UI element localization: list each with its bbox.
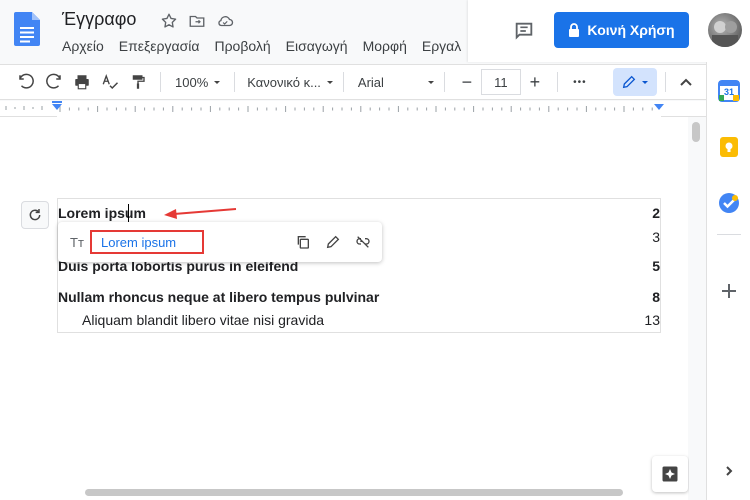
paragraph-style-select[interactable]: Κανονικό κ... [247, 75, 335, 90]
more-options-icon[interactable]: ••• [566, 68, 594, 96]
toc-page-number: 8 [652, 289, 660, 305]
formatting-toolbar: 100% Κανονικό κ... Arial − 11 + ••• [0, 64, 706, 100]
refresh-icon [29, 209, 41, 221]
document-title[interactable]: Έγγραφο [62, 9, 136, 30]
menu-file[interactable]: Αρχείο [62, 38, 104, 54]
editing-mode-button[interactable] [613, 68, 657, 96]
copy-link-icon[interactable] [292, 231, 314, 253]
remove-link-icon[interactable] [352, 231, 374, 253]
more-dots: ••• [573, 76, 587, 88]
paragraph-style-value: Κανονικό κ... [247, 74, 321, 90]
add-addon-icon[interactable] [716, 278, 742, 304]
move-to-folder-icon[interactable] [186, 10, 208, 32]
undo-icon[interactable] [12, 68, 40, 96]
chevron-down-icon [427, 81, 434, 84]
toc-entry-label: Aliquam blandit libero vitae nisi gravid… [82, 312, 325, 328]
menu-tools[interactable]: Εργαλ [422, 38, 461, 54]
text-cursor [128, 204, 129, 222]
increase-font-size-button[interactable]: + [521, 68, 549, 96]
document-page[interactable]: Lorem ipsum 2 3 Duis porta lobortis puru… [0, 117, 688, 500]
menu-bar: Αρχείο Επεξεργασία Προβολή Εισαγωγή Μορφ… [62, 38, 476, 54]
chevron-down-icon [214, 81, 221, 84]
collapse-menus-icon[interactable] [672, 68, 700, 96]
toc-row[interactable]: Aliquam blandit libero vitae nisi gravid… [58, 312, 660, 328]
document-area: Lorem ipsum 2 3 Duis porta lobortis puru… [0, 117, 706, 500]
google-docs-window: Έγγραφο Αρχείο Επεξεργασία Προβολή Εισαγ… [0, 0, 750, 500]
vertical-scrollbar[interactable] [689, 117, 703, 500]
toc-page-number: 3 [652, 229, 660, 245]
share-label: Κοινή Χρήση [587, 22, 675, 38]
chevron-down-icon [641, 81, 648, 84]
toc-entry-text: Lorem ipsum [58, 205, 146, 221]
explore-button[interactable] [652, 456, 688, 492]
title-right-panel: Κοινή Χρήση [468, 0, 750, 62]
side-panel: 31 [706, 62, 750, 500]
refresh-toc-button[interactable] [21, 201, 49, 229]
horizontal-scrollbar[interactable] [0, 486, 688, 500]
explore-sparkle-icon [662, 466, 678, 482]
docs-logo-icon[interactable] [14, 12, 40, 46]
menu-insert[interactable]: Εισαγωγή [286, 38, 348, 54]
share-button[interactable]: Κοινή Χρήση [554, 12, 689, 48]
star-icon[interactable] [158, 10, 180, 32]
menu-view[interactable]: Προβολή [214, 38, 270, 54]
show-side-panel-icon[interactable] [716, 458, 742, 484]
link-popup: Tт Lorem ipsum [58, 222, 382, 262]
horizontal-scroll-thumb[interactable] [85, 489, 623, 496]
toc-page-number: 13 [644, 312, 660, 328]
print-icon[interactable] [68, 68, 96, 96]
avatar[interactable] [708, 13, 742, 47]
tasks-icon[interactable] [716, 190, 742, 216]
toc-page-number: 2 [652, 205, 660, 221]
decrease-font-size-button[interactable]: − [453, 68, 481, 96]
edit-link-icon[interactable] [322, 231, 344, 253]
vertical-scroll-thumb[interactable] [692, 122, 700, 142]
font-select[interactable]: Arial [358, 75, 436, 90]
toc-row[interactable]: Nullam rhoncus neque at libero tempus pu… [58, 289, 660, 305]
zoom-select[interactable]: 100% [175, 75, 222, 90]
keep-icon[interactable] [716, 134, 742, 160]
cloud-saved-icon[interactable] [214, 10, 236, 32]
toc-entry-label: Nullam rhoncus neque at libero tempus pu… [58, 289, 380, 305]
comment-history-icon[interactable] [510, 17, 538, 45]
lock-icon [569, 23, 580, 37]
spellcheck-icon[interactable] [96, 68, 124, 96]
annotation-arrow [164, 208, 237, 219]
pencil-icon [622, 75, 635, 89]
toc-page-number: 5 [652, 258, 660, 274]
chevron-down-icon [326, 81, 333, 84]
redo-icon[interactable] [40, 68, 68, 96]
text-style-icon[interactable]: Tт [70, 235, 84, 250]
font-value: Arial [357, 74, 384, 90]
paint-format-icon[interactable] [124, 68, 152, 96]
toc-row[interactable]: Lorem ipsum 2 [58, 205, 660, 221]
zoom-value: 100% [175, 74, 209, 90]
table-of-contents[interactable]: Lorem ipsum 2 3 Duis porta lobortis puru… [57, 198, 661, 333]
link-url[interactable]: Lorem ipsum [90, 230, 204, 254]
font-size-input[interactable]: 11 [480, 69, 521, 95]
calendar-icon[interactable]: 31 [716, 78, 742, 104]
menu-format[interactable]: Μορφή [363, 38, 407, 54]
calendar-day: 31 [723, 87, 734, 97]
toc-entry-label: Lorem ipsum [58, 205, 146, 221]
ruler[interactable] [0, 101, 706, 117]
menu-edit[interactable]: Επεξεργασία [119, 38, 200, 54]
font-size-value: 11 [494, 74, 508, 90]
minus-icon: − [461, 71, 473, 92]
plus-icon: + [529, 71, 541, 92]
title-bar: Έγγραφο Αρχείο Επεξεργασία Προβολή Εισαγ… [0, 0, 750, 62]
